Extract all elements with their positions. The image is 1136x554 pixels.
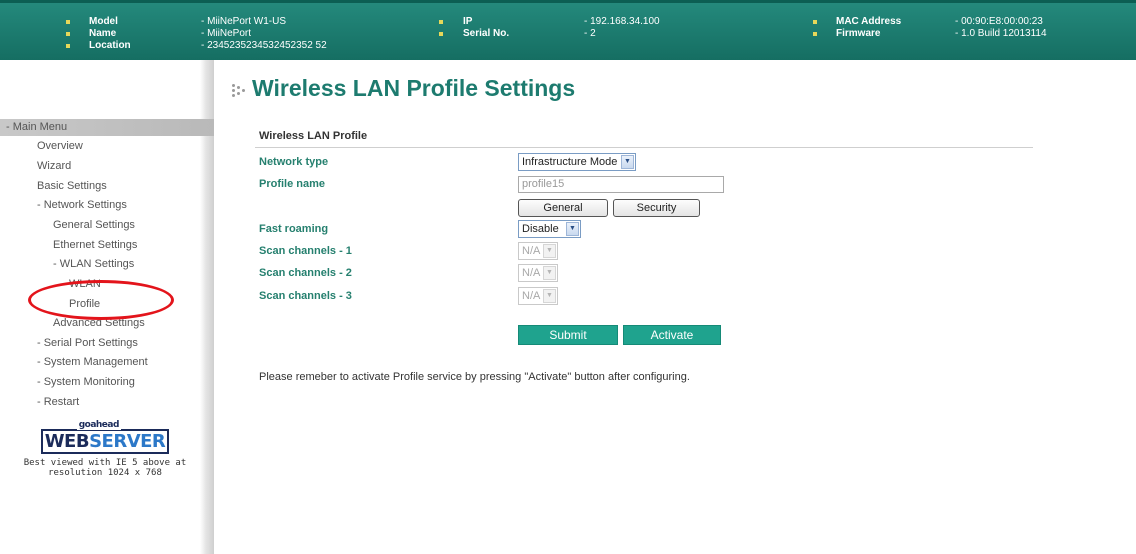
- sidebar-item-serial-port-settings[interactable]: - Serial Port Settings: [37, 336, 138, 350]
- sidebar-item-system-monitoring[interactable]: - System Monitoring: [37, 375, 135, 389]
- scan-channels-2-select[interactable]: N/A ▼: [518, 264, 558, 282]
- header-value: - 00:90:E8:00:00:23: [955, 16, 1043, 27]
- logo-web-text: WEB: [44, 431, 90, 452]
- header-location-row: Location - 2345235234532452352 52: [0, 40, 400, 52]
- main-menu-header[interactable]: - Main Menu: [0, 119, 214, 136]
- scan-channels-3-label: Scan channels - 3: [259, 290, 352, 302]
- activate-reminder-note: Please remeber to activate Profile servi…: [259, 371, 690, 383]
- profile-name-label: Profile name: [259, 178, 326, 190]
- chevron-down-icon: ▼: [621, 155, 634, 169]
- sidebar-item-overview[interactable]: Overview: [37, 139, 83, 153]
- chevron-down-icon: ▼: [543, 266, 556, 280]
- chevron-down-icon: ▼: [566, 222, 579, 236]
- fast-roaming-label: Fast roaming: [259, 223, 329, 235]
- fast-roaming-value: Disable: [522, 223, 559, 235]
- sidebar-item-system-management[interactable]: - System Management: [37, 355, 148, 369]
- header-mac-row: MAC Address - 00:90:E8:00:00:23: [0, 16, 1136, 28]
- device-info-header: Model - MiiNePort W1-US Name - MiiNePort…: [0, 0, 1136, 60]
- profile-highlight-ellipse: [28, 280, 174, 320]
- network-type-value: Infrastructure Mode: [522, 156, 618, 168]
- page-title: Wireless LAN Profile Settings: [230, 73, 575, 103]
- bullet-icon: [813, 32, 817, 36]
- header-label: MAC Address: [836, 16, 902, 27]
- sidebar-item-network-settings[interactable]: - Network Settings: [37, 198, 127, 212]
- sidebar-item-ethernet-settings[interactable]: Ethernet Settings: [53, 238, 137, 252]
- sidebar-item-wlan-settings[interactable]: - WLAN Settings: [53, 257, 134, 271]
- sidebar-item-wizard[interactable]: Wizard: [37, 159, 71, 173]
- page-title-text: Wireless LAN Profile Settings: [252, 75, 576, 101]
- best-viewed-note-2: resolution 1024 x 768: [48, 468, 162, 478]
- webserver-logo-box: goahead WEBSERVER: [40, 420, 170, 454]
- scan-channels-2-label: Scan channels - 2: [259, 267, 352, 279]
- bullet-icon: [813, 20, 817, 24]
- title-dots-icon: [230, 83, 250, 97]
- chevron-down-icon: ▼: [543, 244, 556, 258]
- scan-channels-1-value: N/A: [522, 245, 541, 257]
- goahead-webserver-logo: goahead WEBSERVER Best viewed with IE 5 …: [0, 420, 210, 478]
- network-type-select[interactable]: Infrastructure Mode ▼: [518, 153, 636, 171]
- bullet-icon: [66, 44, 70, 48]
- section-title: Wireless LAN Profile: [259, 130, 368, 142]
- scan-channels-1-label: Scan channels - 1: [259, 245, 352, 257]
- sidebar-item-basic-settings[interactable]: Basic Settings: [37, 179, 107, 193]
- profile-name-input[interactable]: profile15: [518, 176, 724, 193]
- header-label: Location: [89, 40, 131, 51]
- best-viewed-note-1: Best viewed with IE 5 above at: [23, 458, 187, 468]
- header-value: - 1.0 Build 12013114: [955, 28, 1047, 39]
- header-value: - 2345235234532452352 52: [201, 40, 327, 51]
- activate-button[interactable]: Activate: [623, 325, 721, 345]
- scan-channels-3-select[interactable]: N/A ▼: [518, 287, 558, 305]
- header-firmware-row: Firmware - 1.0 Build 12013114: [0, 28, 1136, 40]
- scan-channels-3-value: N/A: [522, 290, 541, 302]
- sidebar-item-general-settings[interactable]: General Settings: [53, 218, 135, 232]
- sidebar-item-restart[interactable]: - Restart: [37, 395, 79, 409]
- fast-roaming-select[interactable]: Disable ▼: [518, 220, 581, 238]
- logo-server-text: SERVER: [89, 431, 166, 452]
- section-divider: [255, 147, 1033, 148]
- scan-channels-1-select[interactable]: N/A ▼: [518, 242, 558, 260]
- security-button[interactable]: Security: [613, 199, 700, 217]
- general-button[interactable]: General: [518, 199, 608, 217]
- network-type-label: Network type: [259, 156, 329, 168]
- header-label: Firmware: [836, 28, 881, 39]
- chevron-down-icon: ▼: [543, 289, 556, 303]
- logo-goahead-text: goahead: [76, 420, 121, 430]
- submit-button[interactable]: Submit: [518, 325, 618, 345]
- scan-channels-2-value: N/A: [522, 267, 541, 279]
